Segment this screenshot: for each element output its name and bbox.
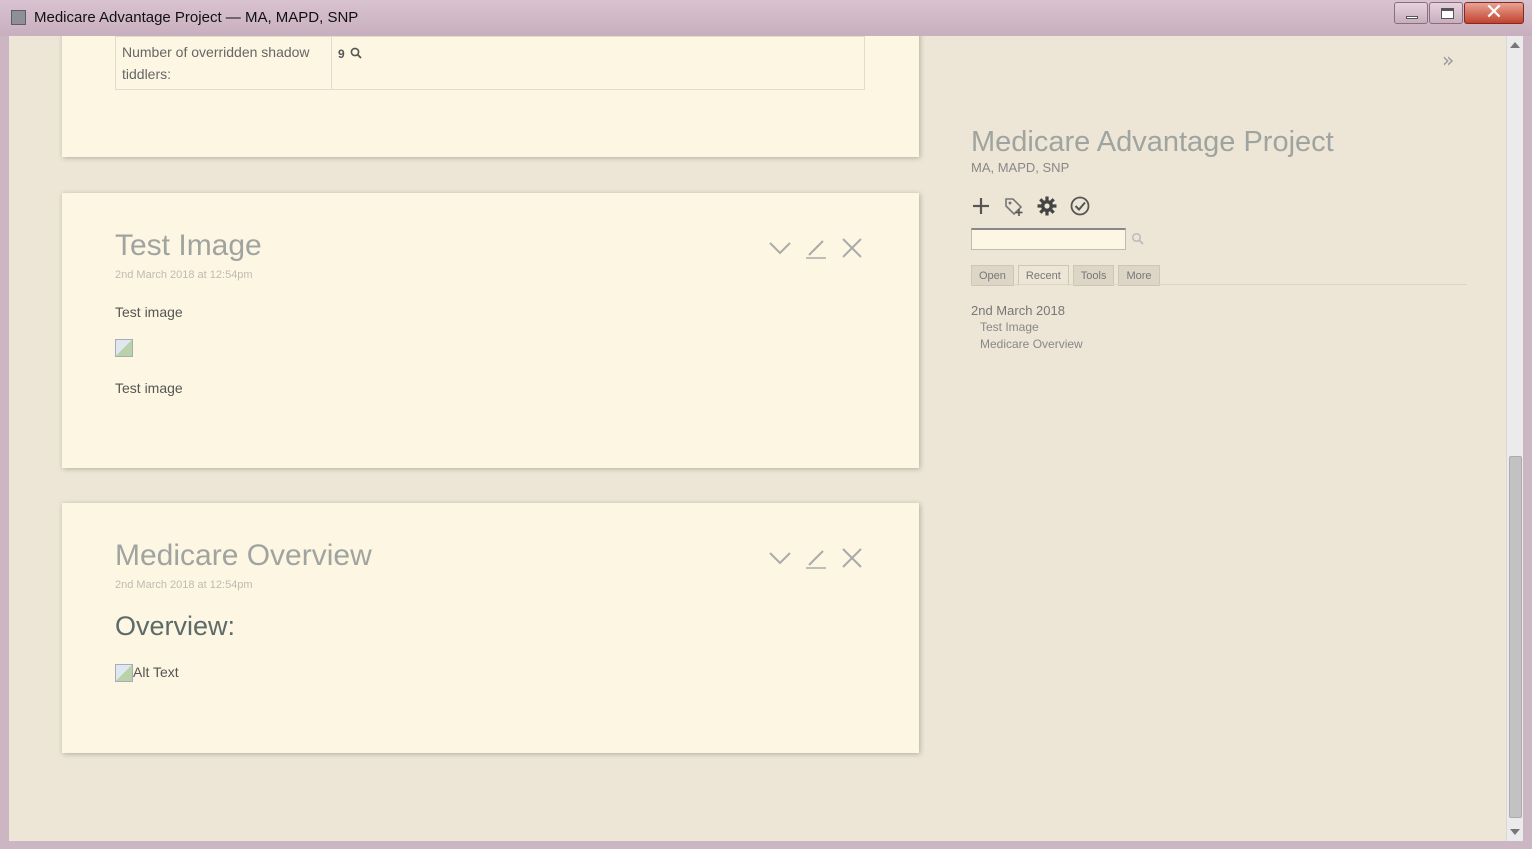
tiddler-subtitle: 2nd March 2018 at 12:54pm [115, 579, 253, 591]
tab-open[interactable]: Open [971, 265, 1014, 286]
tiddler-title: Medicare Overview [115, 539, 372, 572]
vertical-scrollbar[interactable] [1506, 36, 1523, 841]
recent-link-medicare-overview[interactable]: Medicare Overview [980, 337, 1083, 351]
new-tiddler-button[interactable] [970, 195, 992, 217]
chevron-down-icon [769, 242, 791, 255]
tiddler-subtitle: 2nd March 2018 at 12:54pm [115, 269, 253, 281]
tab-tools[interactable]: Tools [1072, 265, 1115, 286]
shadow-count: 9 [338, 47, 345, 61]
table-cell-value: 9 [331, 36, 865, 90]
magnifier-icon[interactable] [350, 47, 362, 59]
recent-link-test-image[interactable]: Test Image [980, 320, 1039, 334]
app-icon [11, 10, 26, 25]
sidebar-tabs: Open Recent Tools More [971, 265, 1160, 286]
control-panel-button[interactable] [1036, 195, 1058, 217]
story-river: Number of overridden shadow tiddlers: 9 … [9, 36, 1523, 841]
scroll-down-arrow-icon[interactable] [1510, 829, 1520, 835]
maximize-icon [1441, 8, 1454, 19]
save-wiki-button[interactable] [1069, 195, 1091, 217]
broken-image: Alt Text [115, 664, 179, 683]
broken-image-icon [115, 664, 133, 683]
pencil-icon [806, 240, 826, 259]
gear-icon [1037, 196, 1057, 216]
collapse-button[interactable] [767, 545, 793, 571]
tiddler-controls [767, 545, 865, 571]
table-cell-key: Number of overridden shadow tiddlers: [115, 36, 332, 90]
broken-image [115, 339, 133, 358]
close-tiddler-button[interactable] [839, 235, 865, 261]
tab-more[interactable]: More [1118, 265, 1160, 286]
scrollbar-thumb[interactable] [1509, 456, 1522, 818]
site-subtitle: MA, MAPD, SNP [971, 160, 1070, 175]
overview-heading: Overview: [115, 611, 236, 641]
close-icon: ✕ [1484, 0, 1504, 25]
maximize-button[interactable] [1429, 2, 1463, 24]
tiddler-title: Test Image [115, 229, 262, 262]
sidebar-toggle-button[interactable]: » [1442, 48, 1454, 72]
edit-button[interactable] [803, 545, 829, 571]
window-titlebar: Medicare Advantage Project — MA, MAPD, S… [0, 0, 1532, 36]
tiddler-test-image: Test Image 2nd March 2018 at 12:54pm Tes… [62, 193, 919, 468]
tiddler-control-panel: Number of overridden shadow tiddlers: 9 [62, 36, 919, 157]
collapse-button[interactable] [767, 235, 793, 261]
table-row: Number of overridden shadow tiddlers: 9 [115, 36, 865, 90]
window-frame-left [0, 36, 9, 849]
tabs-divider [971, 284, 1467, 285]
pencil-icon [806, 550, 826, 569]
tab-recent[interactable]: Recent [1017, 265, 1069, 286]
recent-date: 2nd March 2018 [971, 303, 1065, 318]
tag-plus-icon [1005, 198, 1023, 216]
search-input[interactable] [971, 228, 1126, 250]
window-frame-bottom [0, 841, 1532, 849]
tiddler-body-text: Test image [115, 304, 183, 320]
page-controls [970, 195, 1091, 217]
plus-icon [973, 198, 989, 214]
tiddler-controls [767, 235, 865, 261]
image-alt-text: Alt Text [133, 664, 179, 680]
search-icon[interactable] [1131, 232, 1144, 245]
edit-button[interactable] [803, 235, 829, 261]
minimize-icon [1406, 16, 1418, 19]
info-table: Number of overridden shadow tiddlers: 9 [115, 36, 865, 90]
close-window-button[interactable]: ✕ [1464, 0, 1524, 25]
new-journal-button[interactable] [1003, 195, 1025, 217]
close-tiddler-button[interactable] [839, 545, 865, 571]
site-title: Medicare Advantage Project [971, 126, 1334, 158]
chevron-down-icon [769, 552, 791, 565]
broken-image-icon [115, 339, 133, 358]
window-title: Medicare Advantage Project — MA, MAPD, S… [34, 9, 359, 26]
close-icon [842, 548, 862, 568]
close-icon [842, 238, 862, 258]
check-circle-icon [1070, 196, 1090, 216]
scroll-up-arrow-icon[interactable] [1510, 42, 1520, 48]
tiddler-medicare-overview: Medicare Overview 2nd March 2018 at 12:5… [62, 503, 919, 753]
window-frame-right [1523, 36, 1532, 849]
tiddler-body-text: Test image [115, 380, 183, 396]
window-controls: ✕ [1393, 0, 1524, 25]
minimize-button[interactable] [1394, 2, 1428, 24]
